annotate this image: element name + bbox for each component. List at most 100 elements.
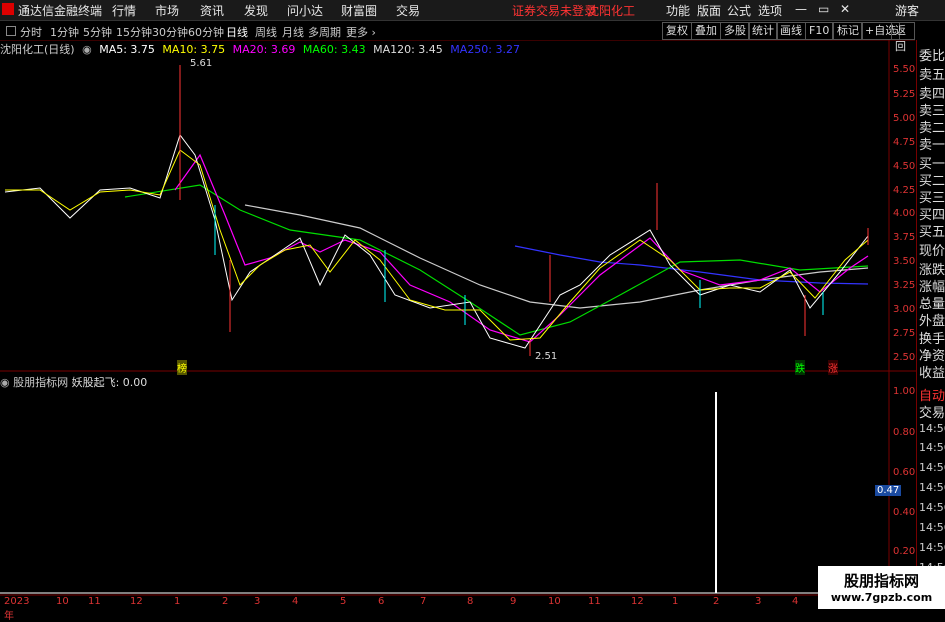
tab-60min[interactable]: 60分钟 [188,24,224,40]
tab-1min[interactable]: 1分钟 [50,24,79,40]
checkbox-icon[interactable] [6,26,16,36]
close-icon[interactable]: ✕ [840,2,850,16]
restore-icon[interactable]: ▭ [818,2,829,16]
chevron-right-icon: › [371,26,376,39]
back-button[interactable]: 返回 [891,22,915,53]
high-price-label: 5.61 [190,58,213,69]
price-tick: 3.75 [893,232,916,243]
down-candles [214,205,824,325]
indicator-tick: 0.20 [893,546,916,557]
tab-more[interactable]: 更多 › [346,24,376,40]
x-tick: 12 [130,596,143,607]
watermark-url: www.7gpzb.com [830,591,933,604]
trade-time: 14:56 [919,441,945,454]
ma5-line [4,133,869,349]
x-tick: 5 [340,596,347,607]
label-earnings: 收益 [919,366,945,381]
label-price: 现价 [919,244,945,259]
candles [179,65,869,356]
x-tick: 10 [56,596,69,607]
trade-time: 14:56 [919,521,945,534]
multi-stock-button[interactable]: 多股 [720,22,750,40]
price-tick: 4.75 [893,137,916,148]
x-tick: 8 [467,596,474,607]
tab-15min[interactable]: 15分钟 [116,24,152,40]
x-tick: 4 [792,596,799,607]
indicator-settings-icon[interactable]: ◉ [0,376,10,389]
indicator-legend: ◉ 股朋指标网 妖股起飞: 0.00 [0,374,147,390]
menu-options[interactable]: 选项 [758,2,782,19]
trade-label[interactable]: 交易 [919,402,945,421]
indicator-tick: 0.80 [893,427,916,438]
x-tick: 1 [672,596,679,607]
menu-trade[interactable]: 交易 [396,2,420,19]
x-tick: 2023年 [4,596,30,622]
label-ask1: 卖一 [919,138,945,153]
indicator-name: 股朋指标网 [13,376,69,389]
f10-button[interactable]: F10 [805,22,834,40]
ma60-line [124,184,869,336]
trade-time: 14:56 [919,461,945,474]
menu-ask[interactable]: 问小达 [287,2,323,19]
minimize-icon[interactable]: — [795,2,807,16]
x-tick: 2 [222,596,229,607]
tab-weekly[interactable]: 周线 [255,24,277,40]
fall-tag[interactable]: 跌 [795,360,805,375]
tab-timeshare[interactable]: 分时 [20,24,42,40]
statistics-button[interactable]: 统计 [748,22,778,40]
tab-daily[interactable]: 日线 [226,24,248,40]
menu-discover[interactable]: 发现 [244,2,268,19]
menu-formula[interactable]: 公式 [727,2,751,19]
rank-tag[interactable]: 榜 [177,360,187,375]
draw-line-button[interactable]: 画线 [776,22,806,40]
price-tick: 4.25 [893,185,916,196]
current-value-badge: 0.47 [875,485,902,496]
ma250-line [514,245,869,285]
price-tick: 2.75 [893,328,916,339]
menu-function[interactable]: 功能 [666,2,690,19]
price-tick: 3.50 [893,256,916,267]
x-tick: 1 [174,596,181,607]
menu-market-quote[interactable]: 行情 [112,2,136,19]
x-tick: 7 [420,596,427,607]
watermark: 股朋指标网 www.7gpzb.com [818,566,945,609]
trade-time: 14:56 [919,481,945,494]
mark-button[interactable]: 标记 [833,22,863,40]
price-tick: 2.50 [893,352,916,363]
menu-layout[interactable]: 版面 [697,2,721,19]
trade-time: 14:56 [919,422,945,435]
chart-area[interactable] [0,40,916,609]
overlay-button[interactable]: 叠加 [691,22,721,40]
label-bid-ratio: 委比 [919,49,945,64]
ma20-line [174,153,869,343]
indicator-tick: 0.60 [893,467,916,478]
x-tick: 6 [378,596,385,607]
x-tick: 3 [755,596,762,607]
price-tick: 4.50 [893,161,916,172]
tab-monthly[interactable]: 月线 [282,24,304,40]
x-tick: 3 [254,596,261,607]
menu-market[interactable]: 市场 [155,2,179,19]
price-tick: 3.00 [893,304,916,315]
stock-link[interactable]: 沈阳化工 [587,2,635,19]
menu-wealth[interactable]: 财富圈 [341,2,377,19]
user-label[interactable]: 游客 [895,2,919,19]
indicator-formula: 妖股起飞: 0.00 [71,376,148,389]
x-tick: 9 [510,596,517,607]
label-outer: 外盘 [919,314,945,329]
low-price-label: 2.51 [535,351,558,362]
rise-tag[interactable]: 涨 [828,360,838,375]
tab-30min[interactable]: 30分钟 [152,24,188,40]
label-bid5: 买五 [919,225,945,240]
adjust-button[interactable]: 复权 [662,22,692,40]
ma10-line [5,149,869,341]
price-tick: 5.25 [893,89,916,100]
tab-5min[interactable]: 5分钟 [83,24,112,40]
label-ask5: 卖五 [919,68,945,83]
tab-multi-period[interactable]: 多周期 [308,24,341,40]
app-logo-icon [2,3,14,15]
menu-news[interactable]: 资讯 [200,2,224,19]
x-tick: 4 [292,596,299,607]
price-tick: 5.00 [893,113,916,124]
login-notice[interactable]: 证券交易未登录 [512,2,596,19]
